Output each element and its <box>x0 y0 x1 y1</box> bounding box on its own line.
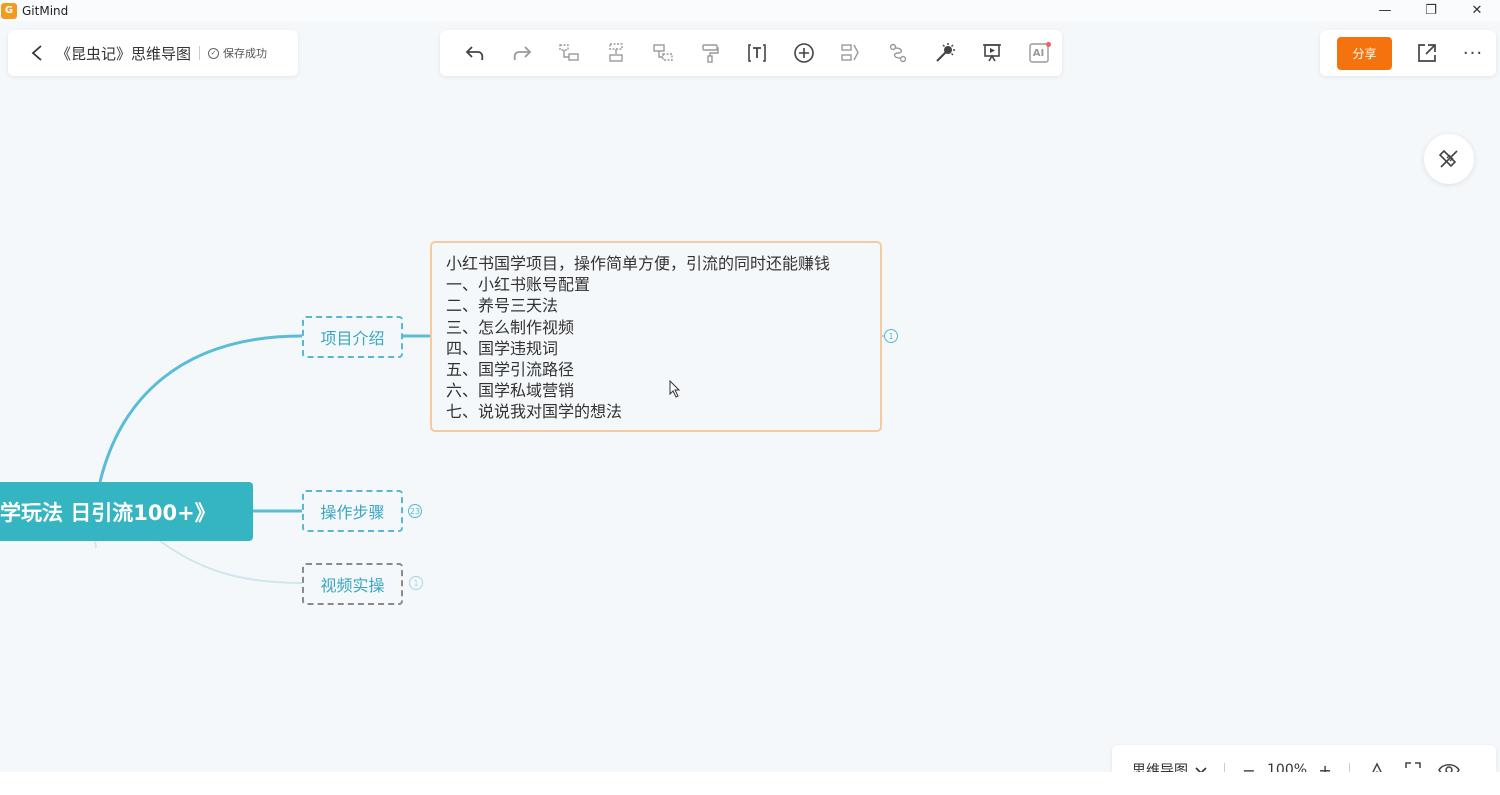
add-parent-node-button[interactable] <box>640 36 687 70</box>
undo-button[interactable] <box>452 36 499 70</box>
note-line: 小红书国学项目，操作简单方便，引流的同时还能赚钱 <box>446 254 831 273</box>
undo-icon <box>466 46 484 61</box>
style-button[interactable] <box>921 36 968 70</box>
text-button[interactable] <box>734 36 781 70</box>
insert-button[interactable] <box>780 36 827 70</box>
relation-line-button[interactable] <box>874 36 921 70</box>
relation-line-icon <box>889 43 906 63</box>
branch-node-project-intro[interactable]: 项目介绍 <box>302 316 403 358</box>
document-title[interactable]: 《昆虫记》思维导图 <box>56 43 191 64</box>
mindmap-canvas[interactable]: 国学玩法 日引流100+》 项目介绍 操作步骤 视频实操 1 23 1 小红书国… <box>0 0 1500 795</box>
summary-icon <box>841 44 859 61</box>
note-line: 三、怎么制作视频 <box>446 317 575 337</box>
branch-label: 视频实操 <box>320 576 385 595</box>
redo-button[interactable] <box>499 36 546 70</box>
export-button[interactable] <box>1409 36 1445 70</box>
plus-circle-icon <box>794 43 814 63</box>
format-painter-button[interactable] <box>687 36 734 70</box>
note-line: 七、说说我对国学的想法 <box>446 402 623 422</box>
note-line: 六、国学私域营销 <box>446 381 575 401</box>
document-header: 《昆虫记》思维导图 ✓ 保存成功 <box>8 30 298 76</box>
save-status: ✓ 保存成功 <box>208 45 267 61</box>
note-line: 一、小红书账号配置 <box>446 275 591 295</box>
ai-label: AI <box>1032 47 1045 59</box>
toolbar: AI <box>440 30 1062 76</box>
screen-bottom-edge <box>0 772 1500 795</box>
summary-button[interactable] <box>827 36 874 70</box>
presentation-icon <box>982 44 1001 62</box>
branch-label: 项目介绍 <box>320 329 385 348</box>
save-status-text: 保存成功 <box>223 47 268 60</box>
note-line: 二、养号三天法 <box>446 296 559 316</box>
collapse-count-badge[interactable]: 1 <box>884 329 898 343</box>
divider <box>199 46 201 60</box>
root-node[interactable]: 国学玩法 日引流100+》 <box>0 482 253 541</box>
export-icon <box>1418 44 1436 62</box>
add-sibling-node-icon <box>609 43 623 62</box>
presentation-button[interactable] <box>968 36 1015 70</box>
right-actions: 分享 ··· <box>1320 30 1496 76</box>
text-icon <box>748 44 766 62</box>
add-child-node-icon <box>559 44 579 61</box>
share-button[interactable]: 分享 <box>1337 36 1392 70</box>
format-panel-button[interactable] <box>1424 134 1474 184</box>
add-child-node-button[interactable] <box>546 36 593 70</box>
check-circle-icon: ✓ <box>208 47 220 59</box>
mouse-cursor-icon <box>669 380 681 398</box>
branch-node-steps[interactable]: 操作步骤 <box>302 490 403 532</box>
ai-button[interactable]: AI <box>1015 36 1062 70</box>
add-parent-node-icon <box>653 44 673 61</box>
brush-icon <box>1438 149 1458 168</box>
note-node[interactable]: 小红书国学项目，操作简单方便，引流的同时还能赚钱 一、小红书账号配置 二、养号三… <box>430 241 882 432</box>
chevron-left-icon <box>31 45 42 61</box>
add-sibling-node-button[interactable] <box>593 36 640 70</box>
magic-wand-icon <box>935 43 955 62</box>
format-painter-icon <box>702 44 719 63</box>
branch-label: 操作步骤 <box>320 503 385 522</box>
note-line: 五、国学引流路径 <box>446 360 575 380</box>
back-button[interactable] <box>20 36 54 70</box>
redo-icon <box>514 46 532 61</box>
notification-dot <box>1045 42 1051 47</box>
collapse-count-badge[interactable]: 1 <box>409 576 423 590</box>
root-node-label: 国学玩法 日引流100+》 <box>0 500 216 525</box>
note-line: 四、国学违规词 <box>446 338 559 358</box>
branch-node-video[interactable]: 视频实操 <box>302 563 403 605</box>
collapse-count-badge[interactable]: 23 <box>408 504 422 518</box>
more-button[interactable]: ··· <box>1455 36 1491 70</box>
